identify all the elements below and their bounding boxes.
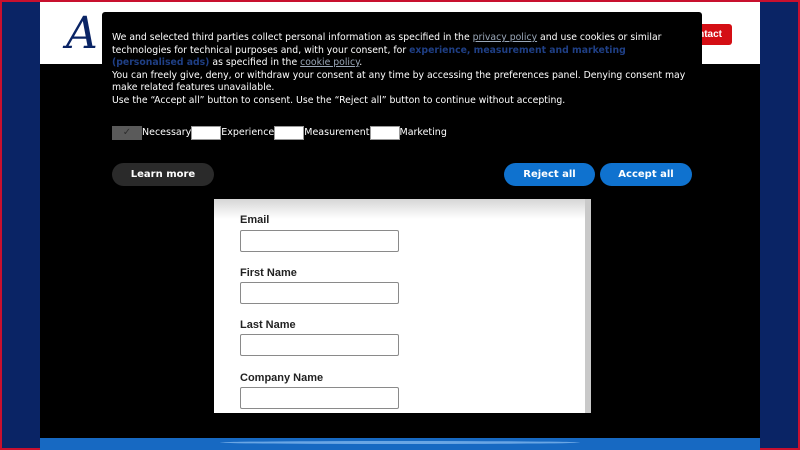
consent-text-part: as specified in the xyxy=(209,57,301,69)
accept-all-button[interactable]: Accept all xyxy=(600,163,692,186)
consent-text-part: . xyxy=(359,57,363,69)
consent-preferences-text: You can freely give, deny, or withdraw y… xyxy=(112,69,686,94)
site-logo[interactable]: A xyxy=(66,12,98,56)
marketing-label: Marketing xyxy=(399,126,447,138)
consent-buttons-text: Use the “Accept all” button to consent. … xyxy=(112,94,566,106)
company-name-field[interactable] xyxy=(240,387,399,409)
consent-text: We and selected third parties collect pe… xyxy=(112,32,692,70)
cookie-policy-link[interactable]: cookie policy xyxy=(300,57,359,68)
measurement-checkbox[interactable] xyxy=(274,126,305,140)
necessary-checkbox[interactable]: ✓ xyxy=(112,126,142,140)
reject-all-button[interactable]: Reject all xyxy=(504,163,595,186)
privacy-policy-link[interactable]: privacy policy xyxy=(473,32,537,43)
experience-label: Experience xyxy=(221,126,275,138)
email-field[interactable] xyxy=(240,230,399,252)
first-name-field[interactable] xyxy=(240,282,399,304)
checkmark-icon: ✓ xyxy=(122,126,132,138)
form-top-shadow xyxy=(214,199,585,219)
marketing-checkbox[interactable] xyxy=(369,126,400,140)
consent-text-part: We and selected third parties collect pe… xyxy=(112,32,473,43)
experience-checkbox[interactable] xyxy=(191,126,222,140)
consent-checkboxes: ✓ Necessary Experience Measurement Marke… xyxy=(112,126,447,140)
right-background-border xyxy=(760,2,798,448)
last-name-label: Last Name xyxy=(240,319,296,331)
learn-more-button[interactable]: Learn more xyxy=(112,163,214,186)
company-name-label: Company Name xyxy=(240,372,324,384)
contact-form: Email First Name Last Name Company Name xyxy=(214,199,591,413)
necessary-label: Necessary xyxy=(142,126,192,138)
email-label: Email xyxy=(240,214,270,226)
measurement-label: Measurement xyxy=(304,126,370,138)
left-background-border xyxy=(2,2,40,448)
footer-band xyxy=(40,438,760,450)
last-name-field[interactable] xyxy=(240,334,399,356)
cookie-consent-banner: We and selected third parties collect pe… xyxy=(102,12,702,196)
first-name-label: First Name xyxy=(240,267,297,279)
